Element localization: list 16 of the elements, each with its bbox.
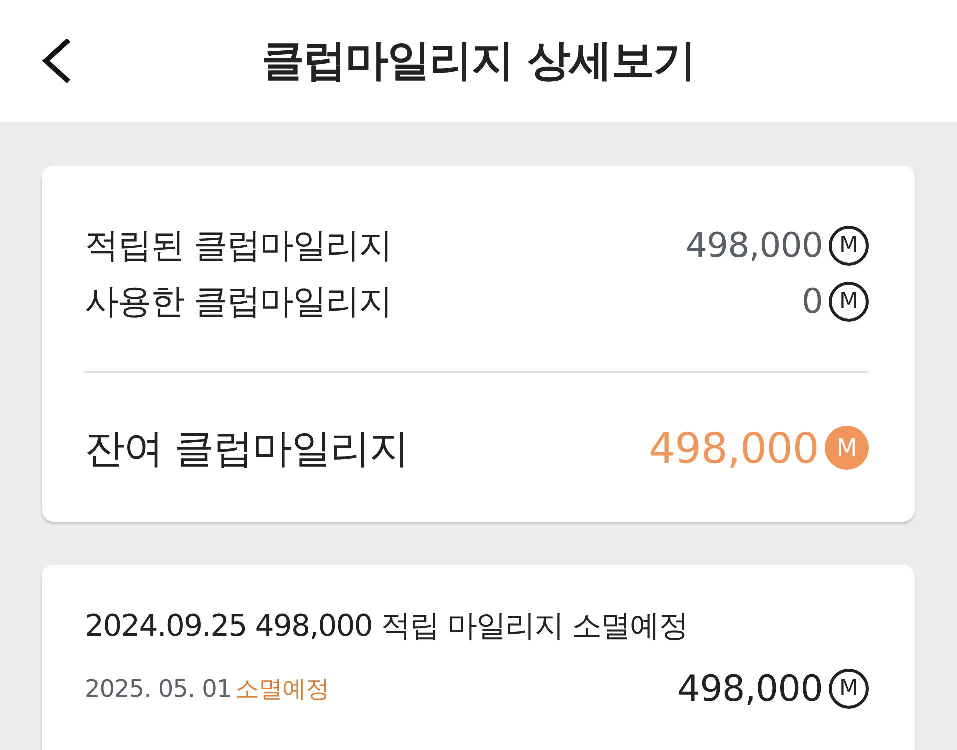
history-amount: 498,000	[678, 668, 823, 710]
mileage-mark: M	[825, 426, 869, 470]
back-icon	[41, 39, 71, 83]
mileage-label: 적립된 클럽마일리지	[85, 225, 392, 268]
balance-value: 498,000	[648, 424, 819, 472]
history-title: 2024.09.25 498,000 적립 마일리지 소멸예정	[85, 608, 689, 646]
mileage-value: 498,000	[686, 226, 823, 266]
mileage-mark: M	[829, 282, 869, 322]
page-title: 클럽마일리지 상세보기	[260, 35, 696, 88]
expiry-date: 2025. 05. 01	[85, 675, 232, 703]
mileage-mark: M	[829, 669, 869, 709]
balance-label: 잔여 클럽마일리지	[85, 424, 409, 474]
mileage-value: 0	[802, 282, 823, 322]
mileage-mark: M	[829, 226, 869, 266]
expiry-status: 소멸예정	[236, 674, 330, 705]
mileage-label: 사용한 클럽마일리지	[85, 281, 392, 324]
